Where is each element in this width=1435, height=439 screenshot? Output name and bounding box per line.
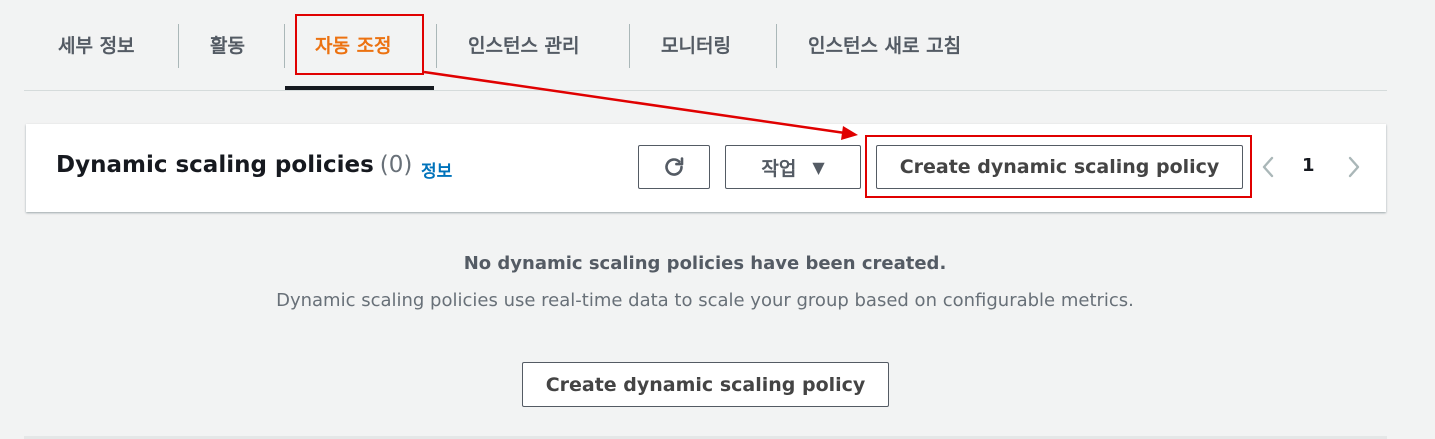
tab-instance-refresh[interactable]: 인스턴스 새로 고침 — [808, 24, 961, 68]
actions-label: 작업 — [761, 157, 797, 180]
tab-divider — [284, 24, 285, 68]
tab-instance-management[interactable]: 인스턴스 관리 — [468, 24, 580, 68]
actions-dropdown-button[interactable]: 작업 ▼ — [725, 145, 861, 189]
tab-divider — [436, 24, 437, 68]
chevron-left-icon[interactable] — [1258, 154, 1278, 180]
refresh-button[interactable] — [638, 145, 710, 189]
caret-down-icon: ▼ — [812, 157, 825, 177]
panel-title-text: Dynamic scaling policies — [56, 152, 374, 178]
empty-state-create-policy-button[interactable]: Create dynamic scaling policy — [522, 362, 889, 407]
policy-count: (0) — [379, 152, 413, 178]
empty-state-description: Dynamic scaling policies use real-time d… — [276, 290, 1134, 311]
current-page-number[interactable]: 1 — [1302, 155, 1315, 176]
chevron-right-icon[interactable] — [1344, 154, 1364, 180]
refresh-icon — [665, 157, 684, 176]
tab-monitoring[interactable]: 모니터링 — [661, 24, 731, 68]
tab-divider — [629, 24, 630, 68]
dynamic-scaling-policies-panel: Dynamic scaling policies (0) 정보 작업 ▼ Crea… — [26, 124, 1386, 212]
info-link[interactable]: 정보 — [421, 157, 452, 182]
panel-title: Dynamic scaling policies (0) — [56, 152, 412, 178]
create-dynamic-scaling-policy-button[interactable]: Create dynamic scaling policy — [876, 145, 1243, 189]
tab-divider — [776, 24, 777, 68]
tab-bar-divider — [24, 90, 1387, 91]
tab-automatic-scaling[interactable]: 자동 조정 — [315, 24, 392, 68]
tab-divider — [178, 24, 179, 68]
tab-details[interactable]: 세부 정보 — [58, 24, 135, 68]
tab-activity[interactable]: 활동 — [210, 24, 245, 68]
empty-state-title: No dynamic scaling policies have been cr… — [463, 253, 947, 274]
